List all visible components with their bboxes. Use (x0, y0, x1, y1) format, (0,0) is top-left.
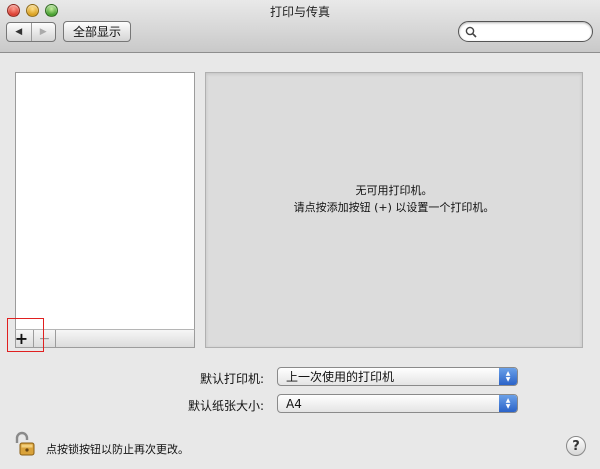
forward-arrow-icon: ▶ (39, 27, 47, 37)
lock-hint-text: 点按锁按钮以防止再次更改。 (46, 443, 189, 456)
default-printer-value: 上一次使用的打印机 (286, 370, 395, 384)
default-printer-label: 默认打印机: (199, 372, 264, 386)
no-printer-message: 无可用打印机。 请点按添加按钮 (+) 以设置一个打印机。 (205, 182, 583, 216)
default-paper-popup[interactable]: A4 ▲ ▼ (277, 394, 518, 413)
window-toolbar: 打印与传真 ◀ ▶ 全部显示 (0, 0, 600, 53)
search-input[interactable] (479, 24, 579, 39)
back-arrow-icon: ◀ (15, 27, 23, 37)
popup-arrows-icon: ▲ ▼ (499, 368, 517, 385)
default-paper-value: A4 (286, 396, 302, 411)
default-printer-popup[interactable]: 上一次使用的打印机 ▲ ▼ (277, 367, 518, 386)
window-title: 打印与传真 (269, 5, 330, 19)
search-field[interactable] (458, 21, 593, 42)
printer-list[interactable] (15, 72, 195, 330)
search-icon (465, 26, 477, 38)
no-printer-line: 无可用打印机。 (355, 184, 433, 197)
back-button[interactable]: ◀ (7, 23, 31, 41)
popup-arrows-icon: ▲ ▼ (499, 395, 517, 412)
help-button[interactable]: ? (566, 436, 586, 456)
add-printer-hint: 请点按添加按钮 (+) 以设置一个打印机。 (293, 201, 495, 214)
highlight-box (7, 318, 44, 352)
default-paper-label: 默认纸张大小: (187, 399, 264, 413)
back-forward-control: ◀ ▶ (6, 22, 56, 42)
show-all-button[interactable]: 全部显示 (63, 21, 131, 42)
lock-icon[interactable] (14, 431, 38, 457)
forward-button[interactable]: ▶ (30, 23, 56, 41)
